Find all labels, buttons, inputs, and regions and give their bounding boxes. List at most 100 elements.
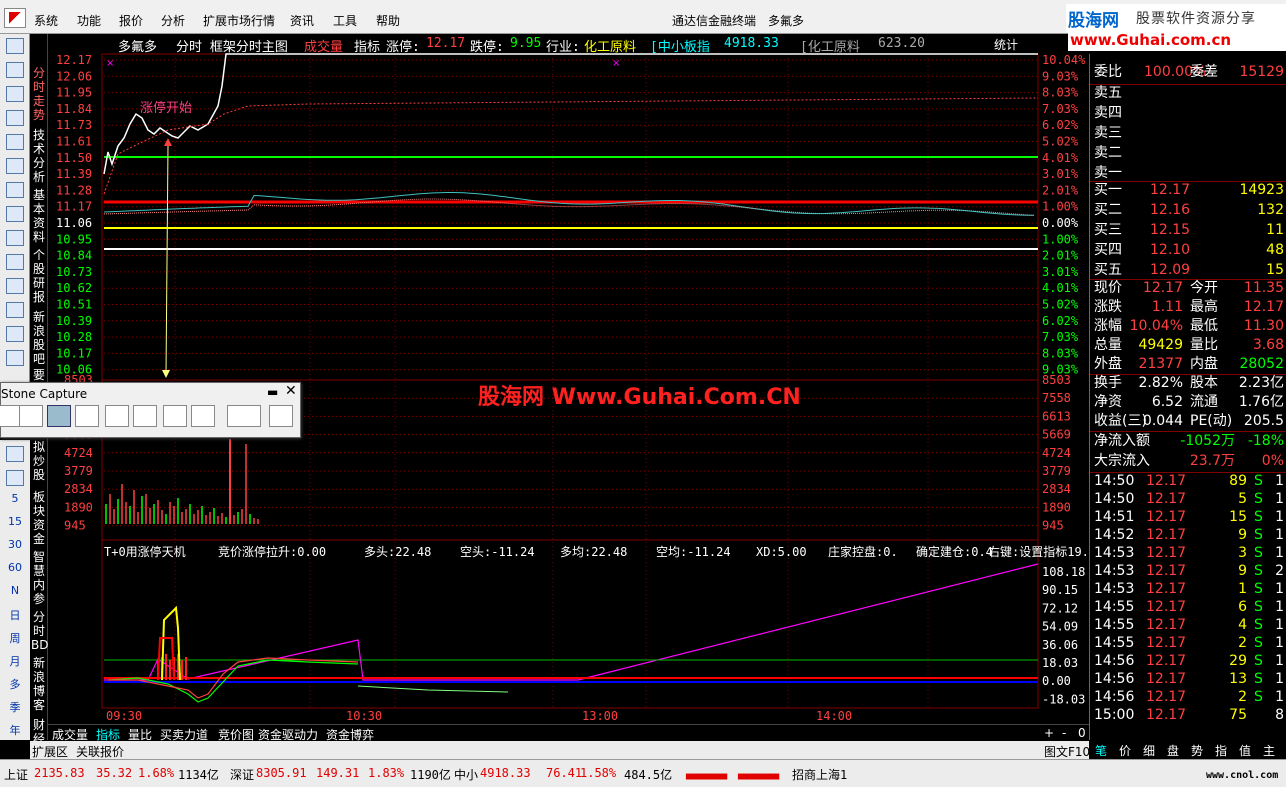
vtab-intraday[interactable]: 分时走势 xyxy=(31,66,47,122)
toolbar-icon-14[interactable] xyxy=(6,350,24,366)
bid-row: 买三 12.15 11 xyxy=(1090,221,1286,239)
vtab-insight[interactable]: 智慧内参 xyxy=(31,550,47,606)
sz-pct: 1.83% xyxy=(368,766,405,780)
tick-time: 14:53 xyxy=(1094,545,1135,561)
panel-tab[interactable]: 势 xyxy=(1191,742,1203,759)
price-tick-label: 10.62 xyxy=(56,281,92,295)
toolbar-icon-11[interactable] xyxy=(6,278,24,294)
period-month[interactable]: 月 xyxy=(0,653,30,669)
panel-tab[interactable]: 值 xyxy=(1239,742,1251,759)
panel-tab[interactable]: 笔 xyxy=(1095,742,1107,759)
capture-fullscreen-icon[interactable] xyxy=(0,405,21,427)
menu-quote[interactable]: 报价 xyxy=(119,12,143,29)
toolbar-icon-9[interactable] xyxy=(6,230,24,246)
ext-area-button[interactable]: 扩展区 xyxy=(32,743,68,760)
capture-freehand-icon[interactable] xyxy=(75,405,99,427)
menu-ext-market[interactable]: 扩展市场行情 xyxy=(203,12,275,29)
price-tick-label: 10.28 xyxy=(56,330,92,344)
period-multi[interactable]: 多 xyxy=(0,676,30,692)
period-week[interactable]: 周 xyxy=(0,630,30,646)
f10-button[interactable]: 图文F10 xyxy=(1044,743,1090,760)
toolbar-icon-1[interactable] xyxy=(6,38,24,54)
menu-function[interactable]: 功能 xyxy=(77,12,101,29)
vtab-basic-info[interactable]: 基本资料 xyxy=(31,188,47,244)
period-toolbar: 5 15 30 60 N 日 周 月 多 季 年 xyxy=(0,440,30,740)
pct-tick-label: 4.01% xyxy=(1042,281,1079,295)
fund-value-2: 2.23亿 xyxy=(1238,375,1284,391)
period-season[interactable]: 季 xyxy=(0,699,30,715)
vtab-bd[interactable]: 分时BD xyxy=(31,610,48,652)
menu-help[interactable]: 帮助 xyxy=(376,12,400,29)
tab-plus[interactable]: + xyxy=(1044,726,1054,740)
capture-editor-icon[interactable] xyxy=(269,405,293,427)
indicator-value: XD:5.00 xyxy=(756,545,807,559)
toolbar-icon-12[interactable] xyxy=(6,302,24,318)
minimize-button[interactable]: ▬ xyxy=(267,385,278,399)
toolbar-icon-13[interactable] xyxy=(6,326,24,342)
vtab-research[interactable]: 个股研报 xyxy=(31,248,47,304)
bid-row: 买二 12.16 132 xyxy=(1090,201,1286,219)
period-day[interactable]: 日 xyxy=(0,607,30,623)
capture-window[interactable]: Stone Capture ▬ ✕ xyxy=(0,382,301,438)
order-ratio-row: 委比 100.00% 委差 15129 xyxy=(1090,63,1286,81)
vtab-sina-blog[interactable]: 新浪博客 xyxy=(31,656,47,712)
vtab-technical[interactable]: 技术分析 xyxy=(31,128,47,184)
sz-label: 深证 xyxy=(230,768,255,782)
toolbar-icon-10[interactable] xyxy=(6,254,24,270)
capture-object-icon[interactable] xyxy=(105,405,129,427)
period-n[interactable]: N xyxy=(0,584,30,597)
menu-system[interactable]: 系统 xyxy=(34,12,58,29)
toolbar-icon-4[interactable] xyxy=(6,110,24,126)
toolbar-icon-5[interactable] xyxy=(6,134,24,150)
tick-row: 15:00 12.17 75 8 xyxy=(1090,706,1286,724)
tick-row: 14:55 12.17 4 S 1 xyxy=(1090,616,1286,634)
time-tick-label: 14:00 xyxy=(816,709,852,723)
flow-value: 23.7万 xyxy=(1189,453,1235,469)
capture-fixed-icon[interactable] xyxy=(163,405,187,427)
capture-menu-icon[interactable] xyxy=(133,405,157,427)
vtab-sim-trade[interactable]: 拟炒股 xyxy=(31,440,47,482)
menu-analysis[interactable]: 分析 xyxy=(161,12,185,29)
stat-value-2: 12.17 xyxy=(1243,299,1284,315)
panel-tab[interactable]: 指 xyxy=(1215,742,1227,759)
stat-label-2: 量比 xyxy=(1190,337,1218,353)
period-60[interactable]: 60 xyxy=(0,561,30,574)
bid-label: 买二 xyxy=(1094,202,1122,218)
related-quote-button[interactable]: 关联报价 xyxy=(76,743,124,760)
volume-tick-label-left: 945 xyxy=(64,519,86,533)
panel-tab[interactable]: 主 xyxy=(1263,742,1275,759)
tab-zero[interactable]: 0 xyxy=(1078,726,1086,740)
toolbar-icon-6[interactable] xyxy=(6,158,24,174)
zx-amount: 484.5亿 xyxy=(624,768,673,782)
vtab-sector-fund[interactable]: 板块资金 xyxy=(31,490,47,546)
menu-tools[interactable]: 工具 xyxy=(333,12,357,29)
close-button[interactable]: ✕ xyxy=(285,383,297,399)
tab-minus[interactable]: - xyxy=(1062,726,1066,740)
period-30[interactable]: 30 xyxy=(0,538,30,551)
tick-count: 1 xyxy=(1275,653,1284,669)
period-year[interactable]: 年 xyxy=(0,722,30,738)
panel-tab[interactable]: 盘 xyxy=(1167,742,1179,759)
tick-row: 14:56 12.17 29 S 1 xyxy=(1090,652,1286,670)
menu-news[interactable]: 资讯 xyxy=(290,12,314,29)
capture-window-icon[interactable] xyxy=(19,405,43,427)
period-15[interactable]: 15 xyxy=(0,515,30,528)
capture-scroll-icon[interactable] xyxy=(191,405,215,427)
ask-row: 卖三 xyxy=(1090,124,1286,142)
toolbar-icon-8[interactable] xyxy=(6,206,24,222)
capture-palette-icon[interactable] xyxy=(227,405,261,427)
panel-tab[interactable]: 价 xyxy=(1119,742,1131,759)
panel-tab[interactable]: 细 xyxy=(1143,742,1155,759)
toolbar-icon-3[interactable] xyxy=(6,86,24,102)
toolbar-icon-7[interactable] xyxy=(6,182,24,198)
vtab-sina-bar[interactable]: 新浪股吧 xyxy=(31,310,47,366)
toolbar-icon-2[interactable] xyxy=(6,62,24,78)
vtab-key[interactable]: 要 xyxy=(31,368,47,382)
capture-region-icon[interactable] xyxy=(47,405,71,427)
toolbar-icon-15[interactable] xyxy=(6,446,24,462)
indicator-tick-label: 18.03 xyxy=(1042,656,1078,670)
pct-tick-label: 6.02% xyxy=(1042,314,1079,328)
period-5[interactable]: 5 xyxy=(0,492,30,505)
tick-row: 14:55 12.17 2 S 1 xyxy=(1090,634,1286,652)
toolbar-icon-16[interactable] xyxy=(6,470,24,486)
